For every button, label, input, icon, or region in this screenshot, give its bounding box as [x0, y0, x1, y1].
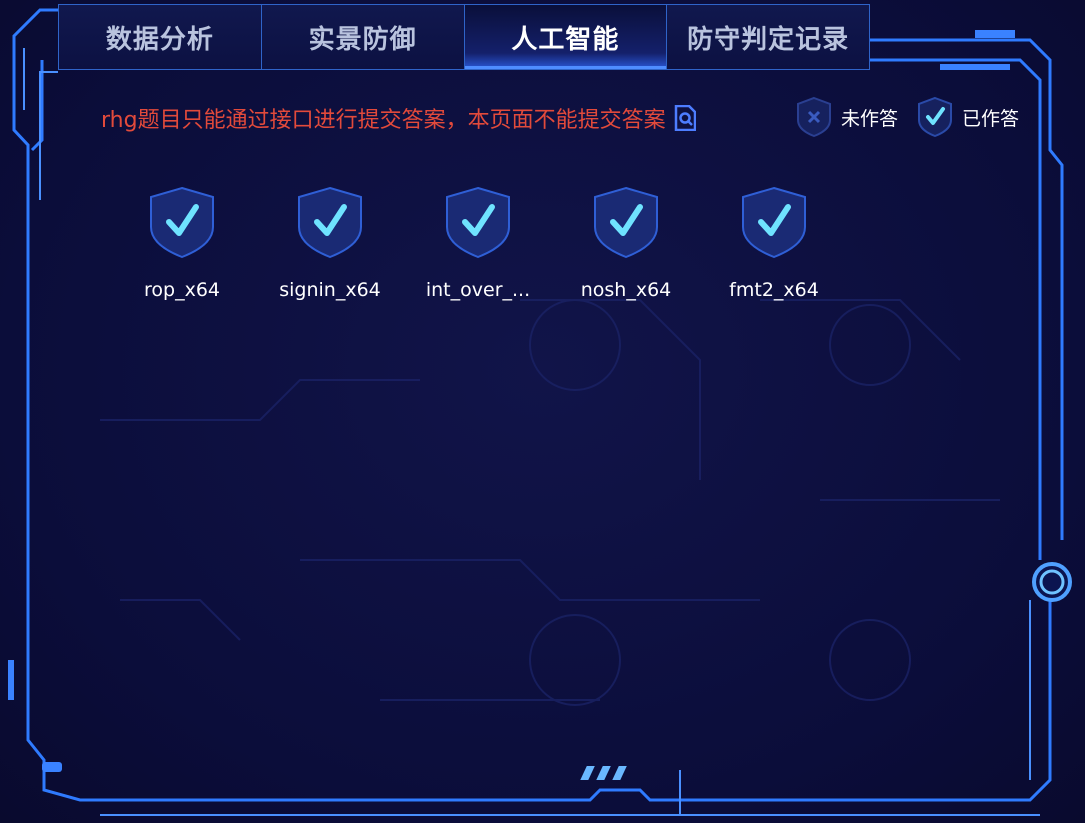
shield-check-icon	[298, 186, 362, 259]
legend: 未作答 已作答	[795, 96, 1037, 138]
tab-ai[interactable]: 人工智能	[463, 4, 667, 70]
challenge-item[interactable]: fmt2_x64	[700, 185, 848, 301]
tab-defense-records[interactable]: 防守判定记录	[666, 4, 870, 70]
challenge-name: int_over_...	[425, 279, 531, 301]
challenge-name: fmt2_x64	[729, 279, 819, 301]
notice: rhg题目只能通过接口进行提交答案，本页面不能提交答案	[101, 102, 696, 134]
notice-text: rhg题目只能通过接口进行提交答案，本页面不能提交答案	[101, 108, 666, 133]
challenge-name: nosh_x64	[580, 279, 672, 301]
challenge-name: signin_x64	[279, 279, 381, 301]
challenge-item[interactable]: rop_x64	[108, 185, 256, 301]
tab-bar: 数据分析 实景防御 人工智能 防守判定记录	[58, 4, 870, 72]
shield-check-icon	[918, 96, 953, 138]
challenge-item[interactable]: int_over_...	[404, 185, 552, 301]
shield-x-icon	[797, 96, 831, 138]
challenge-item[interactable]: signin_x64	[256, 185, 404, 301]
tab-live-defense[interactable]: 实景防御	[260, 4, 464, 70]
shield-check-icon	[742, 186, 806, 259]
challenge-item[interactable]: nosh_x64	[552, 185, 700, 301]
legend-unanswered-label: 未作答	[841, 107, 899, 130]
legend-answered-label: 已作答	[962, 107, 1020, 130]
shield-check-icon	[446, 186, 510, 259]
tab-data-analysis[interactable]: 数据分析	[58, 4, 261, 70]
legend-unanswered: 未作答	[795, 96, 898, 138]
legend-answered: 已作答	[916, 96, 1019, 138]
search-document-icon[interactable]	[674, 105, 696, 131]
challenge-list: rop_x64 signin_x64 int_over_... nosh_x64…	[108, 185, 848, 301]
challenge-name: rop_x64	[144, 279, 220, 301]
shield-check-icon	[150, 186, 214, 259]
shield-check-icon	[594, 186, 658, 259]
